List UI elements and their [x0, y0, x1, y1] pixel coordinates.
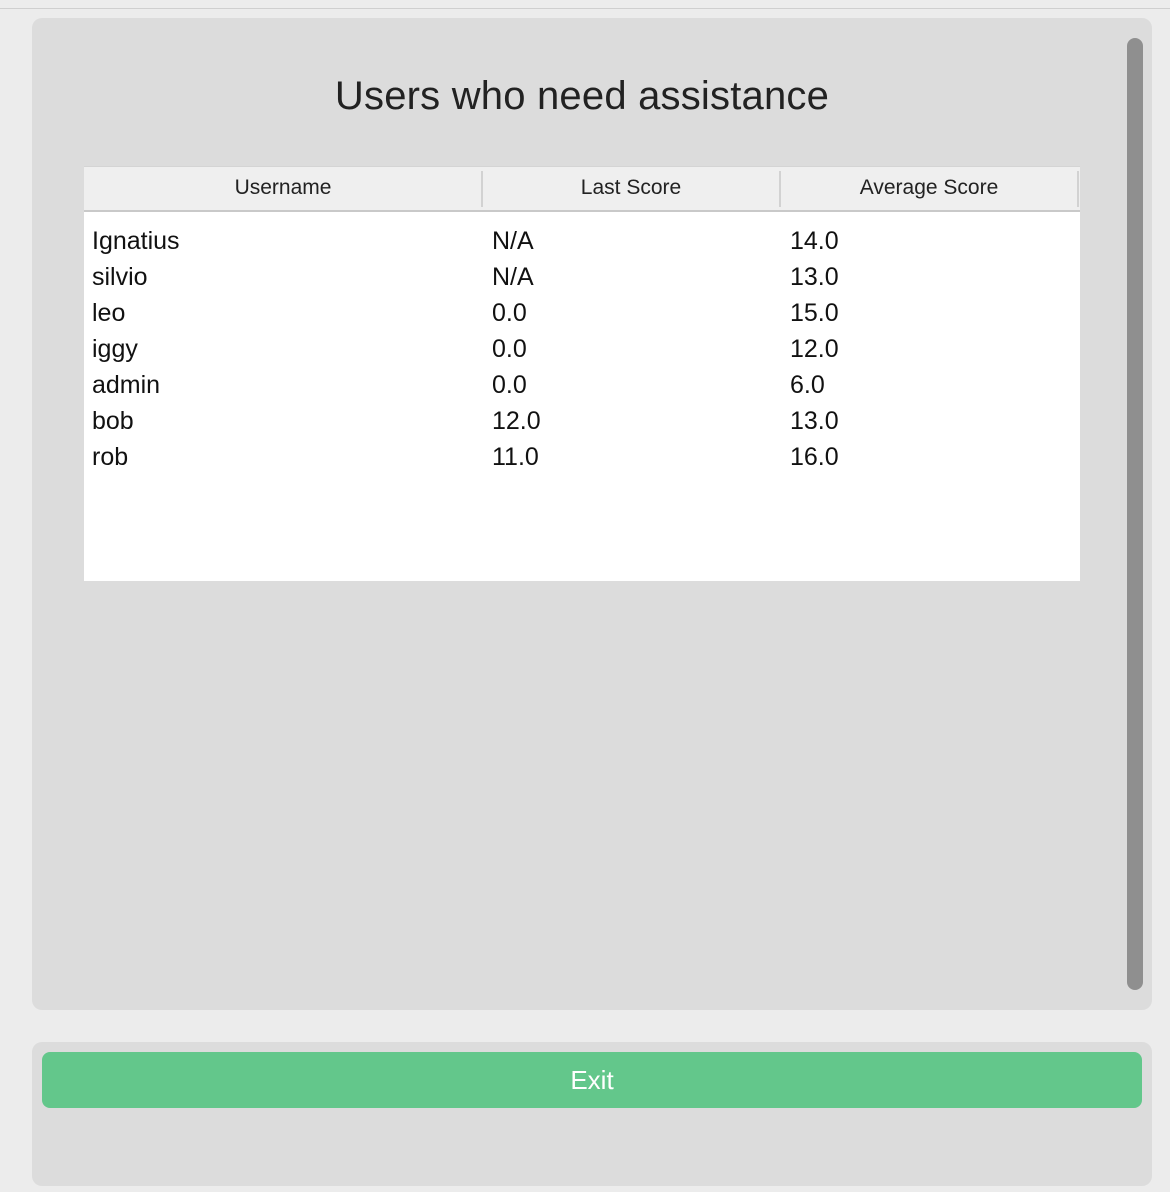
cell-username: Ignatius	[92, 227, 180, 255]
table-body: Ignatius N/A 14.0 silvio N/A 13.0 leo 0.…	[84, 224, 1080, 476]
cell-last-score: N/A	[492, 227, 534, 255]
column-header-last-score[interactable]: Last Score	[482, 167, 780, 211]
window-top-divider	[0, 8, 1170, 9]
cell-username: silvio	[92, 263, 148, 291]
vertical-scrollbar[interactable]	[1127, 38, 1143, 990]
cell-average-score: 16.0	[790, 443, 839, 471]
column-divider	[1077, 171, 1079, 207]
cell-average-score: 13.0	[790, 263, 839, 291]
exit-button[interactable]: Exit	[42, 1052, 1142, 1108]
table-row[interactable]: silvio N/A 13.0	[84, 260, 1080, 296]
cell-average-score: 6.0	[790, 371, 825, 399]
cell-last-score: N/A	[492, 263, 534, 291]
cell-username: rob	[92, 443, 129, 471]
cell-last-score: 11.0	[492, 443, 539, 471]
cell-last-score: 0.0	[492, 371, 527, 399]
cell-last-score: 0.0	[492, 299, 527, 327]
cell-last-score: 12.0	[492, 407, 541, 435]
cell-username: admin	[92, 371, 161, 399]
table-row[interactable]: Ignatius N/A 14.0	[84, 224, 1080, 260]
table-row[interactable]: bob 12.0 13.0	[84, 404, 1080, 440]
column-header-username[interactable]: Username	[84, 167, 482, 211]
cell-last-score: 0.0	[492, 335, 527, 363]
table-header: Username Last Score Average Score	[84, 166, 1080, 212]
users-table: Username Last Score Average Score Ignati…	[84, 166, 1080, 581]
cell-average-score: 12.0	[790, 335, 839, 363]
cell-average-score: 13.0	[790, 407, 839, 435]
table-row[interactable]: admin 0.0 6.0	[84, 368, 1080, 404]
column-header-average-score[interactable]: Average Score	[780, 167, 1078, 211]
cell-username: iggy	[92, 335, 138, 363]
table-row[interactable]: leo 0.0 15.0	[84, 296, 1080, 332]
cell-username: bob	[92, 407, 134, 435]
cell-username: leo	[92, 299, 126, 327]
cell-average-score: 14.0	[790, 227, 839, 255]
cell-average-score: 15.0	[790, 299, 839, 327]
page-title: Users who need assistance	[334, 74, 830, 118]
main-panel: Users who need assistance Username Last …	[32, 18, 1152, 1010]
table-row[interactable]: iggy 0.0 12.0	[84, 332, 1080, 368]
table-row[interactable]: rob 11.0 16.0	[84, 440, 1080, 476]
footer-panel: Exit	[32, 1042, 1152, 1186]
